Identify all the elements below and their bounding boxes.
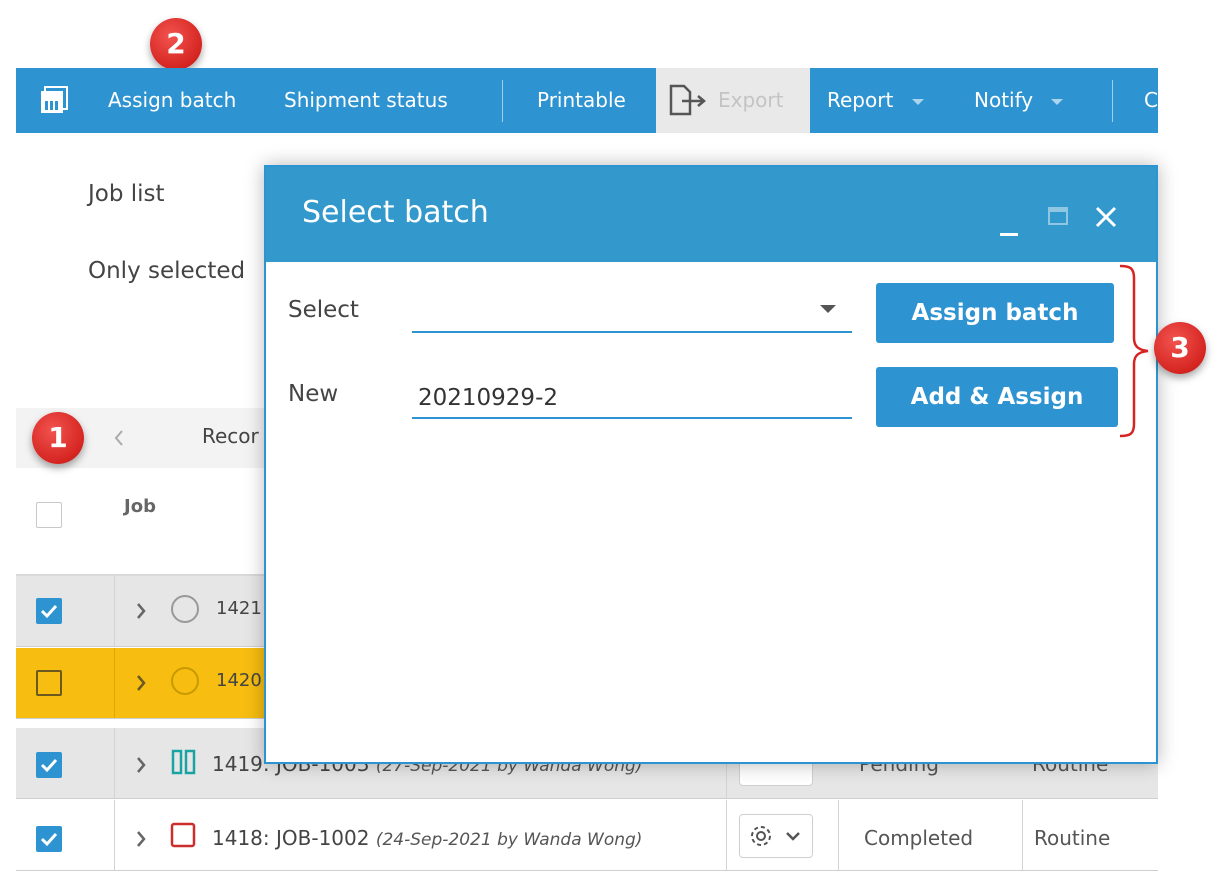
export-icon — [668, 84, 710, 116]
shipment-status-button[interactable]: Shipment status — [284, 68, 448, 133]
expand-chevron-icon[interactable] — [134, 600, 148, 622]
bracket-annotation — [1118, 264, 1152, 438]
callout-2: 2 — [150, 18, 202, 70]
row-status: Completed — [864, 826, 974, 850]
table-row[interactable]: 1418: JOB-1002 (24-Sep-2021 by Wanda Won… — [16, 800, 1158, 871]
records-label: Recor — [202, 424, 259, 448]
column-divider — [114, 800, 115, 870]
report-button[interactable]: Report — [827, 68, 924, 133]
expand-chevron-icon[interactable] — [134, 754, 148, 776]
job-id[interactable]: 1420 — [216, 670, 262, 691]
only-selected-label: Only selected — [88, 258, 246, 284]
status-circle-icon — [170, 666, 200, 696]
column-divider — [1022, 800, 1023, 870]
caret-down-icon — [1051, 98, 1064, 105]
add-assign-button[interactable]: Add & Assign — [876, 367, 1118, 427]
assign-batch-button[interactable]: Assign batch — [108, 68, 236, 133]
chevron-left-icon[interactable] — [112, 426, 126, 450]
row-checkbox[interactable] — [36, 826, 62, 852]
column-divider — [114, 648, 115, 718]
notify-label: Notify — [974, 88, 1034, 112]
square-icon — [170, 822, 196, 848]
column-header-job[interactable]: Job — [124, 496, 156, 517]
toolbar-cut-item[interactable]: C — [1144, 68, 1158, 133]
new-batch-value: 20210929-2 — [418, 385, 558, 411]
new-batch-input[interactable]: 20210929-2 — [412, 377, 852, 419]
chevron-down-icon — [784, 827, 802, 845]
row-actions-button[interactable] — [739, 814, 813, 858]
export-label: Export — [718, 88, 784, 112]
expand-chevron-icon[interactable] — [134, 828, 148, 850]
export-button[interactable]: Export — [656, 68, 810, 133]
select-label: Select — [288, 297, 359, 323]
expand-chevron-icon[interactable] — [134, 672, 148, 694]
printable-button[interactable]: Printable — [537, 68, 626, 133]
assign-batch-button[interactable]: Assign batch — [876, 283, 1114, 343]
column-divider — [114, 576, 115, 646]
row-checkbox[interactable] — [36, 670, 62, 696]
toolbar-divider — [1112, 80, 1113, 122]
column-divider — [114, 728, 115, 798]
dialog-title: Select batch — [302, 195, 489, 230]
row-priority: Routine — [1034, 826, 1111, 850]
column-divider — [838, 800, 839, 870]
maximize-icon[interactable] — [1048, 207, 1068, 225]
select-batch-dialog: Select batch Select Assign batch New 202… — [264, 165, 1158, 764]
caret-down-icon — [911, 98, 924, 105]
toolbar: Assign batch Shipment status Printable E… — [16, 68, 1158, 133]
row-checkbox[interactable] — [36, 598, 62, 624]
column-divider — [726, 800, 727, 870]
dialog-header: Select batch — [266, 167, 1156, 262]
status-circle-icon — [170, 594, 200, 624]
row-checkbox[interactable] — [36, 752, 62, 778]
notify-button[interactable]: Notify — [974, 68, 1064, 133]
toolbar-divider — [502, 80, 503, 122]
close-icon[interactable] — [1094, 205, 1118, 229]
batch-icon[interactable] — [38, 68, 70, 133]
job-id[interactable]: 1418: JOB-1002 (24-Sep-2021 by Wanda Won… — [212, 826, 642, 850]
pause-icon — [170, 748, 198, 776]
minimize-icon[interactable] — [1000, 233, 1018, 236]
select-all-checkbox[interactable] — [36, 502, 62, 528]
batch-select-dropdown[interactable] — [412, 291, 852, 333]
dropdown-arrow-icon — [820, 305, 836, 313]
job-id[interactable]: 1421 — [216, 598, 262, 619]
report-label: Report — [827, 88, 894, 112]
gear-icon — [748, 823, 774, 849]
callout-3: 3 — [1154, 322, 1206, 374]
callout-1: 1 — [32, 412, 84, 464]
new-label: New — [288, 381, 339, 407]
job-list-label: Job list — [88, 181, 165, 207]
